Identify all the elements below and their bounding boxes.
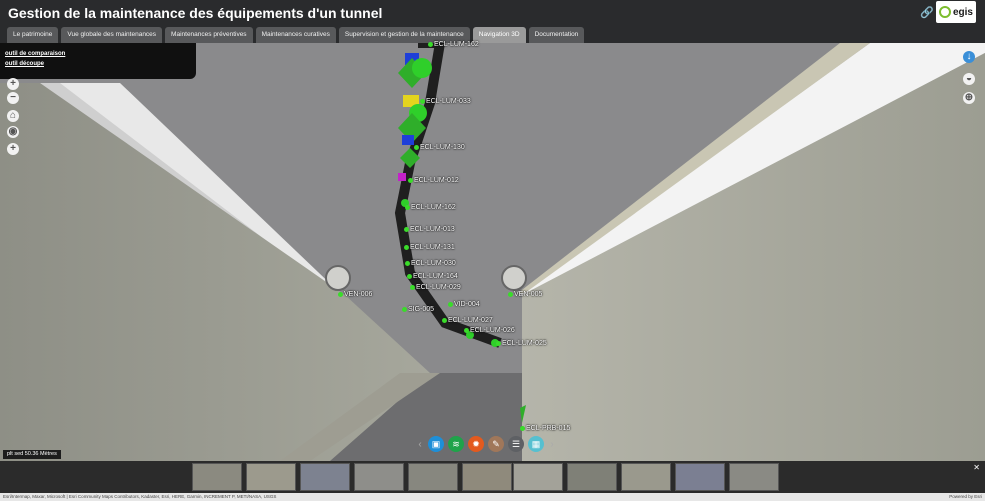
fullscreen-icon[interactable]: ⊕ xyxy=(963,92,975,104)
tab-patrimoine[interactable]: Le patrimoine xyxy=(7,27,59,43)
toolbar-prev-icon[interactable]: ‹ xyxy=(416,439,424,450)
compass-icon[interactable]: ◉ xyxy=(7,126,19,138)
ventilator-right xyxy=(501,265,527,291)
close-icon[interactable]: ✕ xyxy=(973,463,980,472)
marker-dot-icon xyxy=(520,425,525,431)
powered-by-text[interactable]: Powered by Esri xyxy=(949,493,982,501)
marker-dot-icon xyxy=(410,284,415,290)
tab-navigation-3d[interactable]: Navigation 3D xyxy=(472,27,526,43)
bookmark-thumbnail[interactable] xyxy=(300,463,350,491)
marker-dot-icon xyxy=(496,340,501,346)
equipment-label[interactable]: ECL-LUM-030 xyxy=(405,260,456,267)
link-icon[interactable]: 🔗 xyxy=(920,6,934,19)
marker-dot-icon xyxy=(408,177,413,183)
bookmark-thumbnail[interactable] xyxy=(729,463,779,491)
bookmark-thumbnail[interactable] xyxy=(621,463,671,491)
home-icon[interactable]: ⌂ xyxy=(7,110,19,122)
bottom-toolbar: ‹ ▣ ≋ ✹ ✎ ☰ ▦ › xyxy=(416,434,556,454)
marker-dot-icon xyxy=(338,291,343,297)
logo-text: egis xyxy=(952,6,973,18)
marker-dot-icon xyxy=(420,98,425,104)
tunnel-render xyxy=(0,43,985,461)
equipment-label[interactable]: ECL-LUM-130 xyxy=(414,144,465,151)
map-footer: Esri/Intermap, Maxar, Microsoft | Esri C… xyxy=(0,493,985,501)
equipment-label[interactable]: ECL-LUM-012 xyxy=(408,177,459,184)
marker-dot-icon xyxy=(407,273,412,279)
tab-bar: Le patrimoine Vue globale des maintenanc… xyxy=(7,27,585,43)
logo-mark-icon xyxy=(938,6,951,18)
list-icon[interactable]: ☰ xyxy=(508,436,524,452)
equipment-label[interactable]: ECL-LUM-025 xyxy=(496,340,547,347)
equipment-label[interactable]: VEN-005 xyxy=(508,291,542,298)
tab-vue-globale[interactable]: Vue globale des maintenances xyxy=(61,27,163,43)
marker-dot-icon xyxy=(402,306,407,312)
marker-dot-icon xyxy=(464,327,469,333)
bookmark-thumbnail[interactable] xyxy=(246,463,296,491)
bookmark-thumbnail[interactable] xyxy=(462,463,512,491)
ventilator-left xyxy=(325,265,351,291)
bookmark-thumbnail[interactable] xyxy=(192,463,242,491)
zoom-out-button[interactable]: − xyxy=(7,92,19,104)
bookmark-thumbnail[interactable] xyxy=(408,463,458,491)
marker-dot-icon xyxy=(405,204,410,210)
egis-logo: egis xyxy=(936,1,976,23)
equipment-label[interactable]: VID-004 xyxy=(448,301,480,308)
marker-dot-icon xyxy=(448,301,453,307)
comparison-tool-panel: outil de comparaison outil découpe xyxy=(0,43,196,79)
add-button[interactable]: + xyxy=(7,143,19,155)
equipment-label[interactable]: ECL-LUM-162 xyxy=(428,41,479,48)
comparison-tool-link[interactable]: outil de comparaison xyxy=(5,51,191,57)
info-icon[interactable]: ↓ xyxy=(963,51,975,63)
marker-dot-icon xyxy=(404,244,409,250)
equipment-label[interactable]: VEN-006 xyxy=(338,291,372,298)
equipment-label[interactable]: SIG-005 xyxy=(402,306,434,313)
tab-documentation[interactable]: Documentation xyxy=(528,27,585,43)
bookmark-thumbnail[interactable] xyxy=(513,463,563,491)
bookmark-thumbnail[interactable] xyxy=(567,463,617,491)
equipment-label[interactable]: ECL-LUM-164 xyxy=(407,273,458,280)
attribution-text: Esri/Intermap, Maxar, Microsoft | Esri C… xyxy=(3,494,277,499)
marker-dot-icon xyxy=(428,41,433,47)
equipment-label[interactable]: ECL-LUM-013 xyxy=(404,226,455,233)
tab-curatives[interactable]: Maintenances curatives xyxy=(255,27,336,43)
scale-bar: plt sed 50.36 Mètres xyxy=(3,450,61,459)
scene-3d-view[interactable] xyxy=(0,43,985,461)
equipment-label[interactable]: ECL-LUM-029 xyxy=(410,284,461,291)
zoom-in-button[interactable]: + xyxy=(7,78,19,90)
bookmark-thumbnail[interactable] xyxy=(675,463,725,491)
layers-icon[interactable]: ▣ xyxy=(428,436,444,452)
stack-icon[interactable]: ≋ xyxy=(448,436,464,452)
bookmark-thumbnail[interactable] xyxy=(354,463,404,491)
grid-icon[interactable]: ▦ xyxy=(528,436,544,452)
marker-dot-icon xyxy=(508,291,513,297)
app-header: Gestion de la maintenance des équipement… xyxy=(0,0,985,43)
bookmark-film-strip: ✕ xyxy=(0,461,985,493)
equipment-label[interactable]: ECL-LUM-033 xyxy=(420,98,471,105)
marker-dot-icon xyxy=(442,317,447,323)
marker-dot-icon xyxy=(414,144,419,150)
marker-dot-icon xyxy=(404,226,409,232)
cut-tool-link[interactable]: outil découpe xyxy=(5,61,191,67)
measure-icon[interactable]: ✎ xyxy=(488,436,504,452)
marker-dot-icon xyxy=(405,260,410,266)
equipment-label[interactable]: ECL-LUM-131 xyxy=(404,244,455,251)
pan-icon[interactable]: ◒ xyxy=(963,73,975,85)
equipment-label[interactable]: ECL-LUM-027 xyxy=(442,317,493,324)
app-title: Gestion de la maintenance des équipement… xyxy=(8,5,383,21)
equipment-label[interactable]: ECL-PRB-015 xyxy=(520,425,570,432)
equipment-label[interactable]: ECL-LUM-162 xyxy=(405,204,456,211)
tab-preventives[interactable]: Maintenances préventives xyxy=(165,27,253,43)
equipment-label[interactable]: ECL-LUM-026 xyxy=(464,327,515,334)
toolbar-next-icon[interactable]: › xyxy=(548,439,556,450)
sun-icon[interactable]: ✹ xyxy=(468,436,484,452)
